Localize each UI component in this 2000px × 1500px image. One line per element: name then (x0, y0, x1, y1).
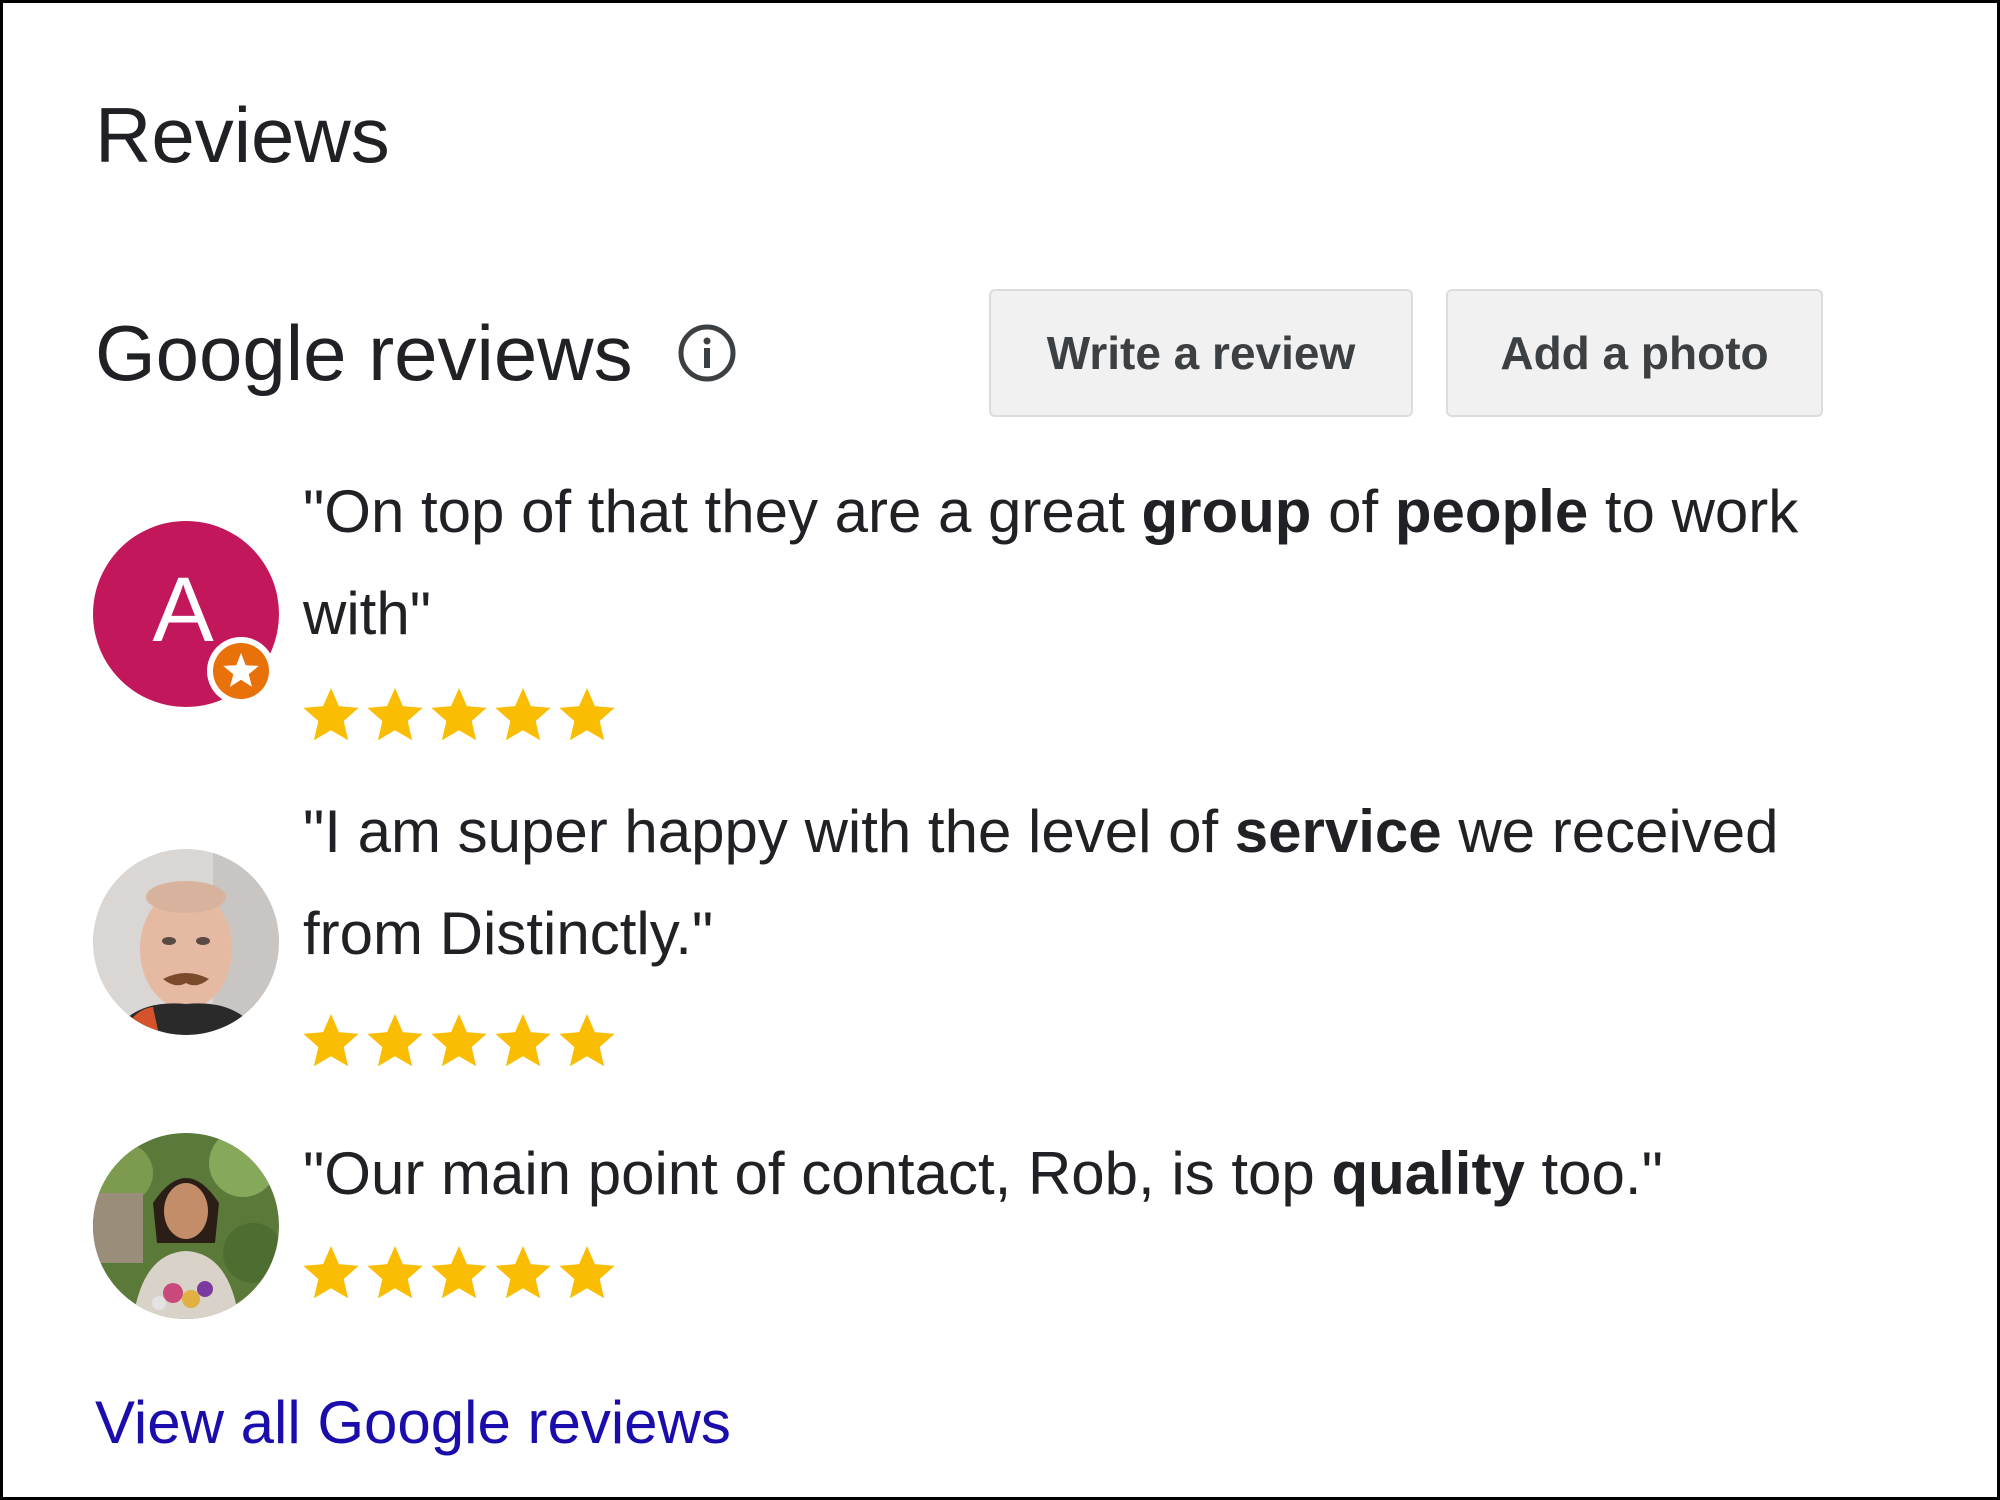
star-icon (367, 1014, 423, 1067)
star-icon (495, 1246, 551, 1299)
review-item: A "On top of that they are a great group… (93, 463, 1913, 763)
avatar[interactable]: A (93, 521, 279, 707)
star-icon (367, 688, 423, 741)
user-photo-avatar[interactable] (93, 1133, 279, 1319)
info-icon[interactable] (677, 323, 737, 383)
view-all-reviews-link[interactable]: View all Google reviews (95, 1383, 731, 1463)
star-badge-icon (207, 637, 275, 705)
star-icon (367, 1246, 423, 1299)
star-icon (559, 688, 615, 741)
star-icon (559, 1014, 615, 1067)
review-item: "Our main point of contact, Rob, is top … (93, 1123, 1913, 1323)
star-icon (431, 688, 487, 741)
avatar-letter: A (152, 559, 214, 661)
star-rating (301, 685, 617, 745)
add-photo-button[interactable]: Add a photo (1446, 289, 1823, 417)
google-reviews-title: Google reviews (95, 309, 633, 397)
reviews-panel: Reviews Google reviews Write a review Ad… (0, 0, 2000, 1500)
review-text: "On top of that they are a great group o… (303, 478, 1799, 647)
review-item: "I am super happy with the level of serv… (93, 793, 1913, 1083)
star-rating (301, 1011, 617, 1071)
star-icon (431, 1246, 487, 1299)
google-reviews-header: Google reviews (95, 303, 737, 403)
star-rating (301, 1243, 617, 1303)
user-photo-avatar[interactable] (93, 849, 279, 1035)
section-title: Reviews (95, 91, 390, 179)
star-icon (303, 688, 359, 741)
star-icon (303, 1014, 359, 1067)
review-text: "I am super happy with the level of serv… (303, 798, 1779, 967)
star-icon (303, 1246, 359, 1299)
star-icon (495, 1014, 551, 1067)
write-review-button[interactable]: Write a review (989, 289, 1413, 417)
review-text: "Our main point of contact, Rob, is top … (303, 1140, 1663, 1207)
star-icon (431, 1014, 487, 1067)
star-icon (559, 1246, 615, 1299)
star-icon (495, 688, 551, 741)
